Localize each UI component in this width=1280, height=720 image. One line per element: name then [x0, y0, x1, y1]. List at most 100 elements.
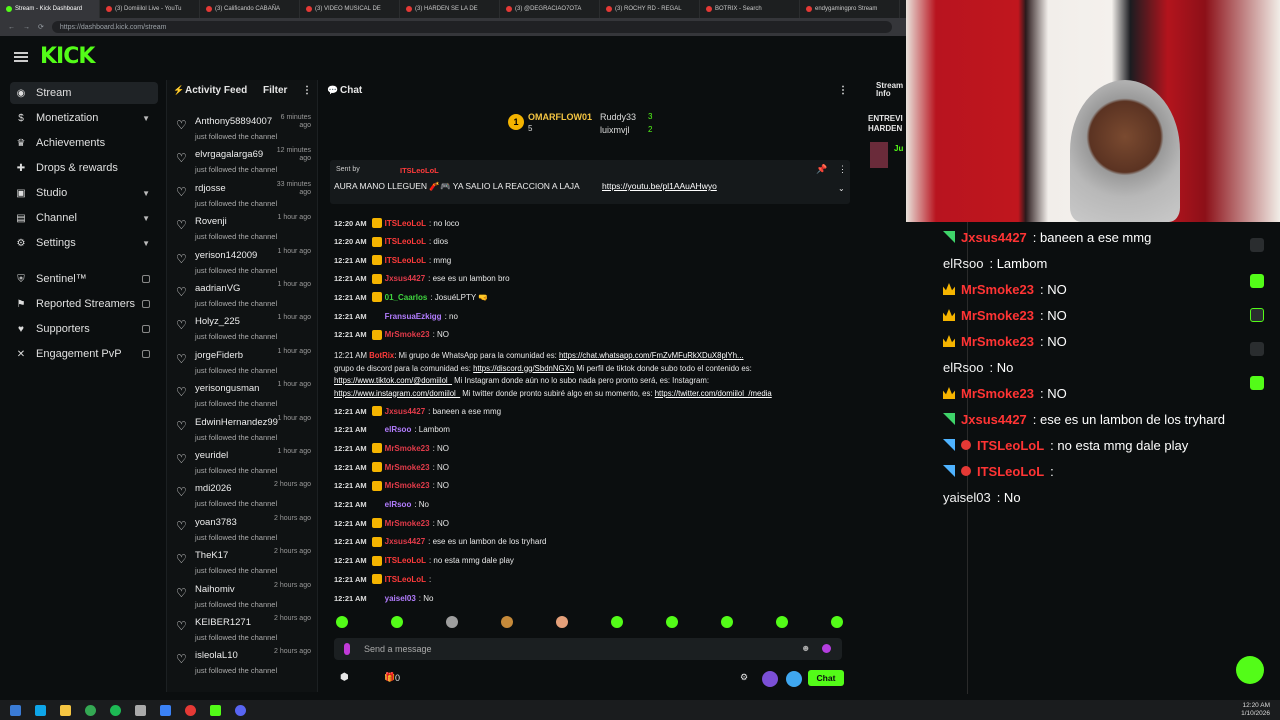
ttv-icon[interactable] — [762, 671, 778, 687]
chat-message[interactable]: 12:21 AM MrSmoke23: NO — [334, 518, 449, 529]
browser-tab[interactable]: BOTRIX - Search — [700, 0, 800, 18]
back-icon[interactable]: ← — [8, 24, 15, 31]
sidebar-item-drops-rewards[interactable]: ✚ Drops & rewards — [10, 157, 158, 179]
forward-icon[interactable]: → — [23, 24, 30, 31]
feed-item[interactable]: ♡ rdjosse 33 minutes ago just followed the … — [167, 181, 319, 215]
chevron-down-icon[interactable]: ▼ — [142, 214, 150, 223]
browser-tab[interactable]: (3) ROCHY RD - REGAL — [600, 0, 700, 18]
chat-message[interactable]: 12:21 AM Jxsus4427: ese es un lambon bro — [334, 273, 510, 284]
filter-button[interactable]: Filter — [263, 85, 287, 96]
message-user[interactable]: yaisel03 — [385, 594, 416, 603]
pin-icon[interactable]: 📌 — [816, 164, 827, 175]
message-user[interactable]: MrSmoke23 — [385, 481, 430, 490]
chat-more-icon[interactable]: ⋮ — [838, 85, 848, 96]
feed-item[interactable]: ♡ Holyz_225 1 hour ago just followed the ch… — [167, 314, 319, 348]
chat-send-button[interactable]: Chat — [808, 670, 844, 686]
link-icon[interactable] — [1250, 308, 1264, 322]
reload-icon[interactable]: ⟳ — [38, 23, 44, 31]
pinned-message[interactable]: Sent by ITSLeoLoL AURA MANO LLEGUEN 🧨🎮 Y… — [330, 160, 850, 204]
feed-item[interactable]: ♡ elvrgagalarga69 12 minutes ago just follo… — [167, 147, 319, 181]
message-user[interactable]: Jxsus4427 — [385, 407, 425, 416]
message-user[interactable]: MrSmoke23 — [385, 519, 430, 528]
sidebar-item-studio[interactable]: ▣ Studio ▼ — [10, 182, 158, 204]
chrome-icon[interactable] — [85, 704, 96, 716]
emote-icon[interactable] — [721, 616, 733, 628]
chat-message[interactable]: 12:21 AM elRsoo: Lambom — [334, 425, 450, 435]
follower-name[interactable]: rdjosse — [195, 183, 226, 194]
feed-item[interactable]: ♡ TheK17 2 hours ago just followed the chan… — [167, 548, 319, 582]
feed-item[interactable]: ♡ yeuridel 1 hour ago just followed the cha… — [167, 448, 319, 482]
follower-name[interactable]: yerison142009 — [195, 250, 257, 261]
settings-icon[interactable]: ⚙ — [740, 672, 748, 683]
follower-name[interactable]: Rovenji — [195, 216, 227, 227]
emoji-icon[interactable]: ☻ — [801, 643, 810, 653]
feed-item[interactable]: ♡ yoan3783 2 hours ago just followed the ch… — [167, 515, 319, 549]
message-user[interactable]: MrSmoke23 — [385, 463, 430, 472]
browser-tab[interactable]: endygamingpro Stream — [800, 0, 900, 18]
instagram-link[interactable]: https://www.instagram.com/domiilol_ — [334, 389, 460, 398]
gif-icon[interactable] — [786, 671, 802, 687]
browser-tab[interactable]: (3) Domiiilol Live - YouTu — [100, 0, 200, 18]
browser-tab[interactable]: (3) Calificando CABAÑA — [200, 0, 300, 18]
pinned-more-icon[interactable]: ⋮ — [838, 164, 847, 175]
emote-icon[interactable] — [336, 616, 348, 628]
chat-message[interactable]: 12:21 AM 01_Caarlos: JosuéLPTY 🤜 — [334, 292, 488, 303]
follower-name[interactable]: elvrgagalarga69 — [195, 149, 263, 160]
browser-tab[interactable]: Stream - Kick Dashboard — [0, 0, 100, 18]
tools-icon[interactable] — [1250, 376, 1264, 390]
chevron-down-icon[interactable]: ▼ — [142, 114, 150, 123]
sidebar-item-reported-streamers[interactable]: ⚑ Reported Streamers — [10, 293, 158, 315]
feed-item[interactable]: ♡ KEIBER1271 2 hours ago just followed the … — [167, 615, 319, 649]
follower-name[interactable]: KEIBER1271 — [195, 617, 251, 628]
twitter-link[interactable]: https://twitter.com/domiilol_/media — [655, 389, 772, 398]
message-user[interactable]: ITSLeoLoL — [385, 575, 426, 584]
windows-start-icon[interactable] — [10, 704, 21, 716]
points-icon[interactable]: ⬢ — [340, 672, 349, 683]
follower-name[interactable]: jorgeFiderb — [195, 350, 243, 361]
emote-icon[interactable] — [446, 616, 458, 628]
follower-name[interactable]: yoan3783 — [195, 517, 237, 528]
app-icon[interactable] — [135, 704, 146, 716]
sidebar-item-monetization[interactable]: $ Monetization ▼ — [10, 107, 158, 129]
message-user[interactable]: elRsoo — [385, 425, 412, 434]
chat-message[interactable]: 12:21 AM ITSLeoLoL: — [334, 574, 431, 585]
sidebar-item-stream[interactable]: ◉ Stream — [10, 82, 158, 104]
browser-tab[interactable]: (3) @DEGRACIAO7OTA — [500, 0, 600, 18]
feed-item[interactable]: ♡ isleolaL10 2 hours ago just followed the … — [167, 648, 319, 682]
chat-icon[interactable] — [1250, 274, 1264, 288]
chat-message[interactable]: 12:20 AM ITSLeoLoL: no loco — [334, 218, 459, 228]
discord-link[interactable]: https://discord.gg/SbdnNGXn — [473, 364, 574, 373]
feed-item[interactable]: ♡ yerisongusman 1 hour ago just followed th… — [167, 381, 319, 415]
chat-message[interactable]: 12:21 AM elRsoo: No — [334, 500, 429, 510]
store-icon[interactable] — [35, 704, 46, 716]
chevron-down-icon[interactable]: ⌄ — [838, 184, 845, 193]
message-user[interactable]: ITSLeoLoL — [385, 256, 426, 265]
follower-name[interactable]: TheK17 — [195, 550, 228, 561]
chat-message[interactable]: 12:21 AM FransuaEzkigg: no — [334, 311, 458, 321]
chat-message[interactable]: 12:21 AM MrSmoke23: NO — [334, 443, 449, 454]
pinned-link[interactable]: https://youtu.be/pl1AAuAHwyo — [602, 181, 717, 191]
chat-message[interactable]: 12:21 AM ITSLeoLoL: mmg — [334, 255, 451, 266]
feed-item[interactable]: ♡ mdi2026 2 hours ago just followed the cha… — [167, 481, 319, 515]
follower-name[interactable]: mdi2026 — [195, 483, 231, 494]
chat-message[interactable]: 12:21 AM Jxsus4427: ese es un lambon de l… — [334, 536, 546, 547]
chat-message[interactable]: 12:21 AM MrSmoke23: NO — [334, 462, 449, 473]
browser-tab[interactable]: (3) HARDEN SE LA DE — [400, 0, 500, 18]
feed-item[interactable]: ♡ Rovenji 1 hour ago just followed the chan… — [167, 214, 319, 248]
feed-item[interactable]: ♡ aadrianVG 1 hour ago just followed the ch… — [167, 281, 319, 315]
follower-name[interactable]: EdwinHernandez99 — [195, 417, 278, 428]
follower-name[interactable]: isleolaL10 — [195, 650, 238, 661]
chat-message[interactable]: 12:21 AM ITSLeoLoL: no esta mmg dale play — [334, 555, 514, 566]
message-user[interactable]: ITSLeoLoL — [385, 556, 426, 565]
whatsapp-link[interactable]: https://chat.whatsapp.com/FmZvMFuRkXDuX8… — [559, 351, 744, 360]
sidebar-item-settings[interactable]: ⚙ Settings ▼ — [10, 232, 158, 254]
gift-icon[interactable]: 🎁 — [384, 672, 395, 683]
sidebar-item-achievements[interactable]: ♛ Achievements — [10, 132, 158, 154]
folder-icon[interactable] — [60, 704, 71, 716]
feed-item[interactable]: ♡ jorgeFiderb 1 hour ago just followed the … — [167, 348, 319, 382]
emote-icon[interactable] — [611, 616, 623, 628]
message-user[interactable]: Jxsus4427 — [385, 274, 425, 283]
message-user[interactable]: FransuaEzkigg — [385, 312, 442, 321]
kick-logo[interactable]: KICK — [40, 44, 95, 69]
follower-name[interactable]: Holyz_225 — [195, 316, 240, 327]
